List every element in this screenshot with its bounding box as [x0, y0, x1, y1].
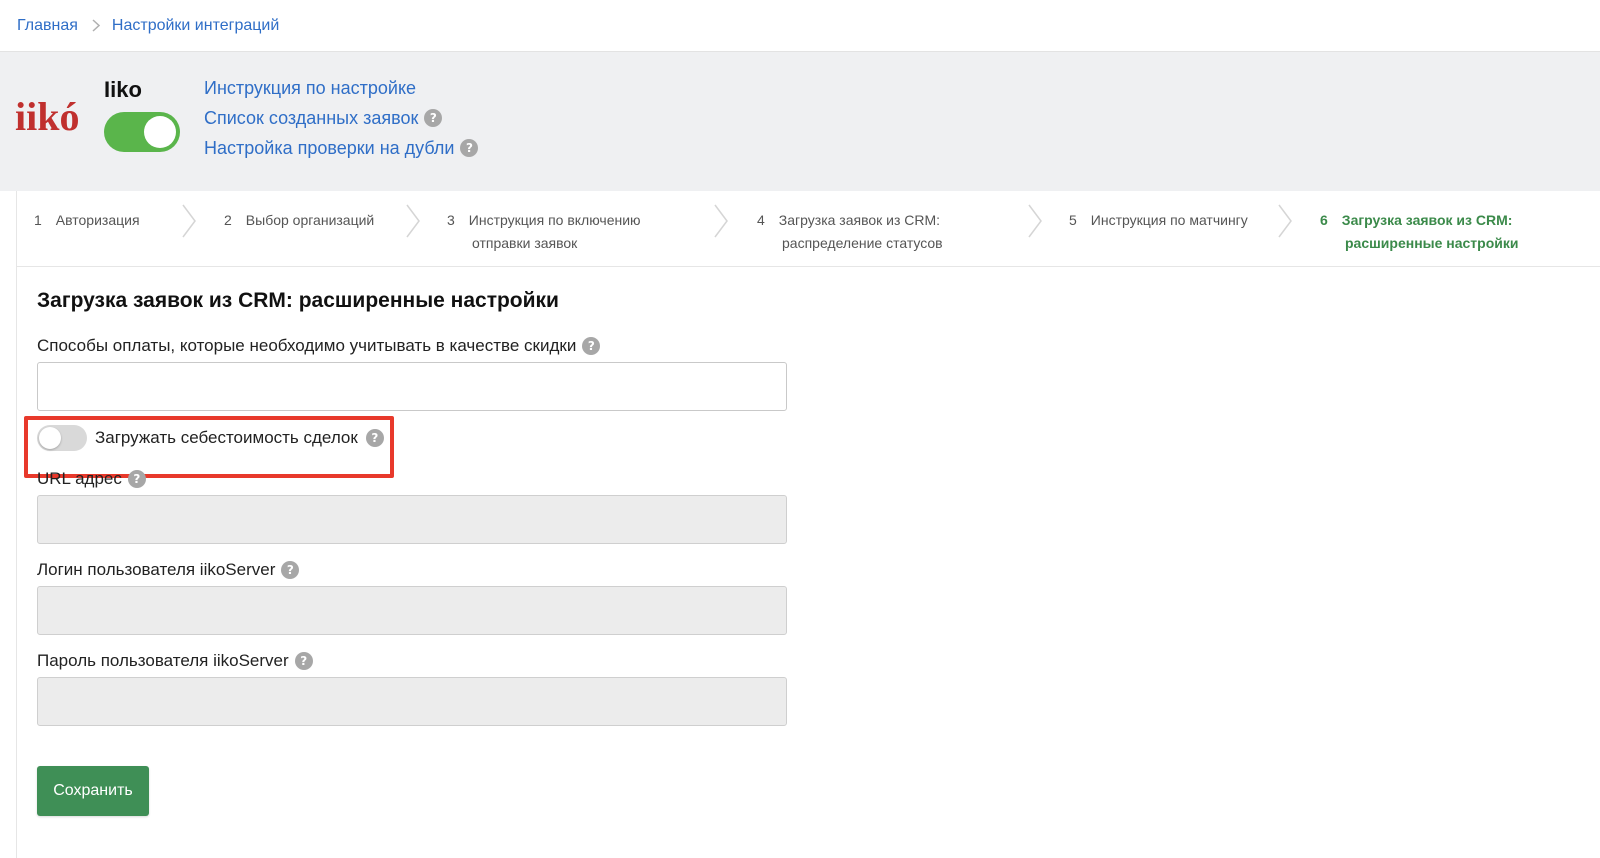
login-label-text: Логин пользователя iikoServer — [37, 560, 276, 579]
step-number: 3 — [447, 212, 455, 228]
step-label-line2: распределение статусов — [782, 235, 943, 251]
load-cost-row: Загружать себестоимость сделок ? — [37, 425, 384, 451]
payment-methods-label: Способы оплаты, которые необходимо учиты… — [37, 336, 601, 356]
header-link-row-duplicates: Настройка проверки на дубли ? — [204, 137, 479, 159]
url-input[interactable] — [37, 495, 787, 544]
help-icon[interactable]: ? — [294, 652, 313, 670]
login-label: Логин пользователя iikoServer ? — [37, 560, 300, 580]
breadcrumb-home-link[interactable]: Главная — [17, 17, 78, 35]
help-icon[interactable]: ? — [365, 429, 384, 447]
save-button[interactable]: Сохранить — [37, 766, 149, 816]
load-cost-label: Загружать себестоимость сделок — [95, 428, 358, 447]
step-enable-orders-instruction[interactable]: 3 Инструкция по включению отправки заявок — [447, 209, 641, 255]
step-organizations[interactable]: 2 Выбор организаций — [224, 209, 374, 232]
password-label-text: Пароль пользователя iikoServer — [37, 651, 289, 670]
chevron-right-icon — [182, 204, 196, 238]
step-label: Выбор организаций — [245, 212, 375, 228]
header-link-row-setup: Инструкция по настройке — [204, 77, 478, 99]
settings-form: Загрузка заявок из CRM: расширенные наст… — [17, 267, 1600, 858]
step-label: Загрузка заявок из CRM: — [778, 212, 941, 228]
step-status-distribution[interactable]: 4 Загрузка заявок из CRM: распределение с… — [757, 209, 943, 255]
chevron-right-icon — [1278, 204, 1292, 238]
login-input[interactable] — [37, 586, 787, 635]
chevron-right-icon — [714, 204, 728, 238]
step-label: Авторизация — [55, 212, 140, 228]
url-label: URL адрес ? — [37, 469, 146, 489]
step-matching-instruction[interactable]: 5 Инструкция по матчингу — [1069, 209, 1248, 232]
wizard-steps: 1 Авторизация 2 Выбор организаций 3 Инструк… — [17, 191, 1600, 267]
step-label-line2: расширенные настройки — [1345, 235, 1519, 251]
step-number: 6 — [1320, 212, 1328, 228]
help-icon[interactable]: ? — [460, 139, 479, 157]
step-authorization[interactable]: 1 Авторизация — [34, 209, 140, 232]
help-icon[interactable]: ? — [424, 109, 443, 127]
step-label: Инструкция по включению — [468, 212, 641, 228]
page-title: Загрузка заявок из CRM: расширенные наст… — [37, 289, 559, 312]
step-number: 5 — [1069, 212, 1077, 228]
help-icon[interactable]: ? — [281, 561, 300, 579]
load-cost-toggle[interactable] — [37, 425, 87, 451]
help-icon[interactable]: ? — [582, 337, 601, 355]
chevron-right-icon — [406, 204, 420, 238]
url-label-text: URL адрес — [37, 469, 122, 488]
toggle-knob — [144, 116, 176, 148]
toggle-knob — [39, 427, 61, 449]
step-number: 4 — [757, 212, 765, 228]
chevron-right-icon — [1028, 204, 1042, 238]
help-icon[interactable]: ? — [127, 470, 146, 488]
iiko-logo: iikó — [15, 92, 95, 139]
step-advanced-settings[interactable]: 6 Загрузка заявок из CRM: расширенные нас… — [1320, 209, 1519, 255]
step-label: Инструкция по матчингу — [1090, 212, 1248, 228]
integration-enable-toggle[interactable] — [104, 112, 180, 152]
breadcrumb: Главная Настройки интеграций — [0, 0, 1600, 52]
payment-methods-input[interactable] — [37, 362, 787, 411]
created-orders-link[interactable]: Список созданных заявок — [204, 108, 418, 129]
header-links: Инструкция по настройке Список созданных… — [204, 77, 479, 159]
step-label-line2: отправки заявок — [472, 235, 578, 251]
integration-header: iikó Iiko Инструкция по настройке Список… — [0, 52, 1600, 191]
chevron-right-icon — [92, 19, 100, 32]
svg-text:iikó: iikó — [15, 94, 79, 138]
password-input[interactable] — [37, 677, 787, 726]
payment-methods-label-text: Способы оплаты, которые необходимо учиты… — [37, 336, 577, 355]
integration-title: Iiko — [104, 77, 142, 102]
step-number: 2 — [224, 212, 232, 228]
duplicate-check-link[interactable]: Настройка проверки на дубли — [204, 138, 454, 159]
step-label: Загрузка заявок из CRM: — [1341, 212, 1513, 228]
setup-instruction-link[interactable]: Инструкция по настройке — [204, 78, 416, 99]
header-link-row-orders: Список созданных заявок ? — [204, 107, 478, 129]
breadcrumb-current-link[interactable]: Настройки интеграций — [112, 17, 279, 35]
password-label: Пароль пользователя iikoServer ? — [37, 651, 313, 671]
step-number: 1 — [34, 212, 42, 228]
